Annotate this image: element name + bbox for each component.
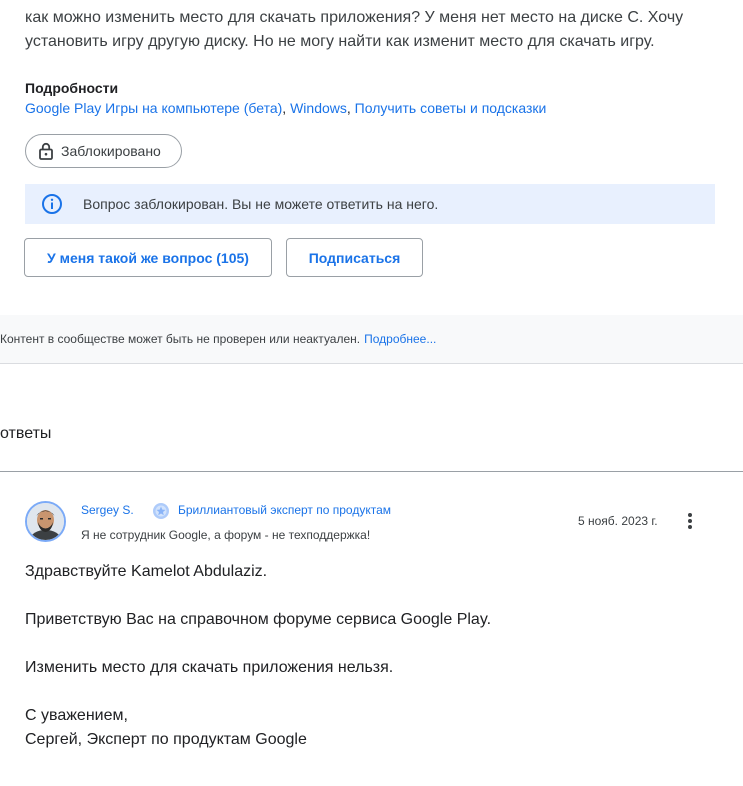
answer-main: Изменить место для скачать приложения не…: [25, 659, 394, 676]
info-icon: [42, 194, 62, 214]
answers-heading: ответы: [0, 425, 52, 442]
community-disclaimer: Контент в сообществе может быть не прове…: [0, 315, 743, 364]
subscribe-button[interactable]: Подписаться: [286, 238, 423, 277]
author-note: Я не сотрудник Google, а форум - не техп…: [81, 528, 371, 542]
answer-closing: С уважением,: [25, 707, 128, 724]
diamond-expert-badge-icon: [153, 503, 169, 519]
locked-banner: Вопрос заблокирован. Вы не можете ответи…: [25, 184, 715, 224]
details-links: Google Play Игры на компьютере (бета), W…: [25, 100, 546, 116]
answer-signature: Сергей, Эксперт по продуктам Google: [25, 731, 307, 748]
answer-greeting: Здравствуйте Kamelot Abdulaziz.: [25, 563, 268, 580]
answers-divider: [0, 471, 743, 472]
banner-text: Вопрос заблокирован. Вы не можете ответи…: [83, 196, 439, 212]
learn-more-link[interactable]: Подробнее...: [364, 332, 436, 346]
link-separator: ,: [282, 100, 291, 116]
expert-title: Бриллиантовый эксперт по продуктам: [178, 503, 392, 517]
link-tips[interactable]: Получить советы и подсказки: [355, 100, 547, 116]
menu-dot: [688, 525, 692, 529]
more-vertical-icon[interactable]: [680, 509, 700, 533]
link-separator: ,: [346, 100, 355, 116]
locked-status-label: Заблокировано: [61, 143, 161, 159]
details-heading: Подробности: [25, 80, 119, 96]
link-google-play-games-pc[interactable]: Google Play Игры на компьютере (бета): [25, 100, 282, 116]
menu-dot: [688, 513, 692, 517]
author-name[interactable]: Sergey S.: [81, 503, 134, 517]
lock-icon: [39, 142, 53, 160]
link-windows[interactable]: Windows: [290, 100, 347, 116]
avatar-portrait: [27, 503, 64, 540]
answer-welcome: Приветствую Вас на справочном форуме сер…: [25, 611, 492, 628]
avatar[interactable]: [25, 501, 66, 542]
same-question-button[interactable]: У меня такой же вопрос (105): [24, 238, 272, 277]
menu-dot: [688, 519, 692, 523]
post-date: 5 нояб. 2023 г.: [578, 514, 658, 528]
question-body: как можно изменить место для скачать при…: [25, 9, 684, 50]
locked-status-chip: Заблокировано: [25, 134, 182, 168]
disclaimer-text: Контент в сообществе может быть не прове…: [0, 332, 361, 346]
